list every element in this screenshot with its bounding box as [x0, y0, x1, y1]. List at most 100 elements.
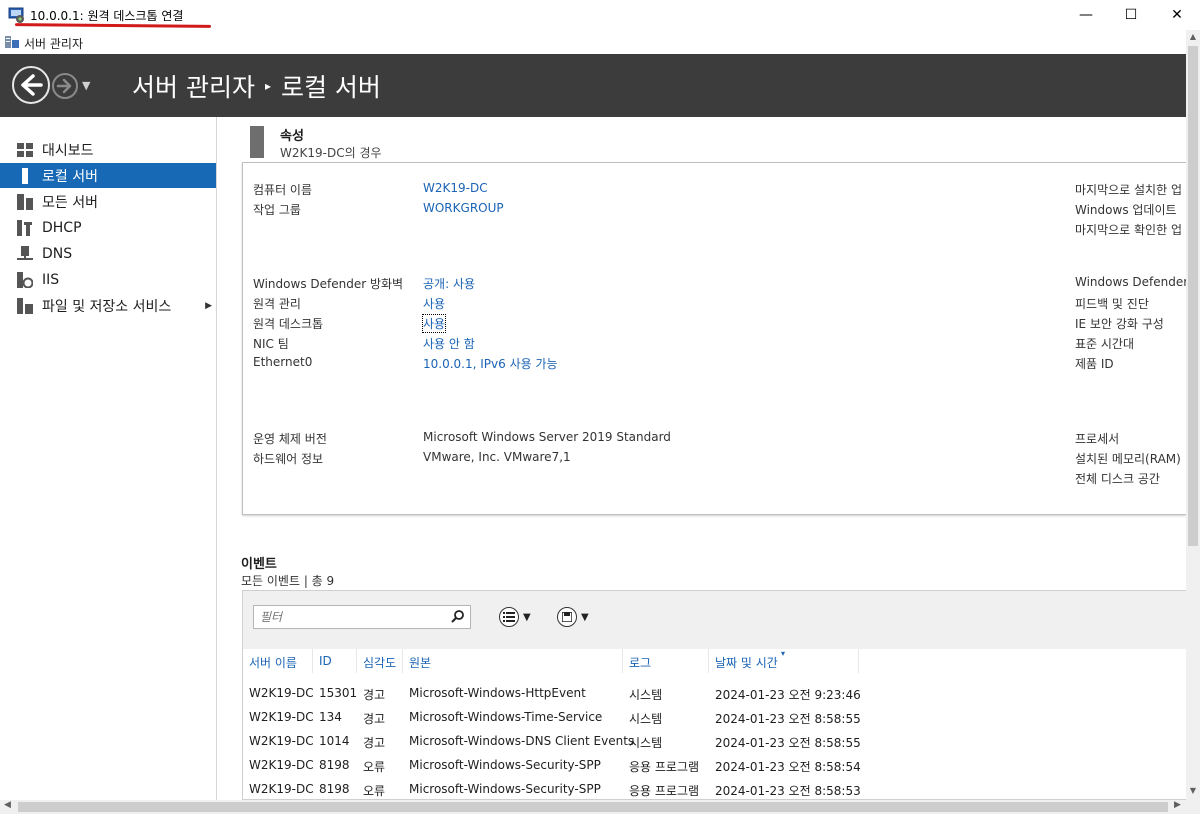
cell-source: Microsoft-Windows-Security-SPP: [409, 782, 601, 796]
cell-datetime: 2024-01-23 오전 8:58:53: [715, 784, 861, 798]
red-underline-annotation: [14, 23, 212, 28]
column-server-name[interactable]: 서버 이름: [243, 649, 313, 673]
computer-name-link[interactable]: W2K19-DC: [423, 181, 488, 195]
breadcrumb: 서버 관리자 ▸ 로컬 서버: [132, 68, 381, 104]
window-titlebar: 10.0.0.1: 원격 데스크톱 연결 — ☐ ✕: [0, 0, 1200, 30]
sidebar: 대시보드 로컬 서버 모든 서버 DHCP DNS IIS 파일 및 저장소 서…: [0, 117, 217, 800]
firewall-link[interactable]: 공개: 사용: [423, 275, 475, 292]
cell-source: Microsoft-Windows-Time-Service: [409, 710, 603, 724]
table-row[interactable]: W2K19-DC 8198 오류 Microsoft-Windows-Secur…: [243, 753, 863, 777]
filter-toolbar: ▼ ▼: [243, 591, 1187, 649]
scroll-right-icon[interactable]: ▶: [1174, 800, 1181, 810]
events-subtitle: 모든 이벤트 | 총 9: [241, 574, 335, 588]
properties-panel: 컴퓨터 이름 W2K19-DC 작업 그룹 WORKGROUP Windows …: [242, 162, 1188, 515]
cell-id: 8198: [319, 758, 350, 772]
scroll-left-icon[interactable]: ◀: [4, 800, 11, 810]
table-row[interactable]: W2K19-DC 134 경고 Microsoft-Windows-Time-S…: [243, 705, 863, 729]
cell-source: Microsoft-Windows-HttpEvent: [409, 686, 586, 700]
cell-server: W2K19-DC: [249, 710, 314, 724]
forward-button[interactable]: [52, 73, 78, 99]
expand-arrow-icon[interactable]: ▶: [205, 301, 212, 311]
filter-input[interactable]: [254, 606, 444, 628]
table-row[interactable]: W2K19-DC 1014 경고 Microsoft-Windows-DNS C…: [243, 729, 863, 753]
horizontal-scroll-thumb[interactable]: [18, 802, 1168, 812]
cell-datetime: 2024-01-23 오전 9:23:46: [715, 688, 861, 702]
properties-title: 속성: [280, 129, 304, 144]
server-manager-icon: [5, 36, 19, 48]
property-label-right: Windows 업데이트: [1075, 203, 1177, 217]
column-log[interactable]: 로그: [623, 649, 709, 673]
sidebar-item-all-servers[interactable]: 모든 서버: [0, 189, 216, 214]
events-panel: ▼ ▼ 서버 이름 ID 심각도 원본 로그 날짜 및 시간 ▾ W2K19-D…: [242, 590, 1187, 801]
storage-icon: [16, 297, 34, 314]
property-label: 원격 데스크톱: [253, 317, 324, 331]
table-row[interactable]: W2K19-DC 15301 경고 Microsoft-Windows-Http…: [243, 681, 863, 705]
server-icon: [16, 167, 34, 184]
search-icon[interactable]: [450, 609, 466, 625]
vertical-scrollbar[interactable]: ▲ ▼: [1186, 30, 1200, 800]
minimize-button[interactable]: —: [1063, 0, 1109, 30]
property-label-right: 피드백 및 진단: [1075, 297, 1149, 311]
horizontal-scrollbar[interactable]: ◀ ▶: [0, 800, 1200, 814]
chevron-down-icon: ▼: [581, 611, 589, 623]
sidebar-item-dhcp[interactable]: DHCP: [0, 215, 216, 240]
cell-datetime: 2024-01-23 오전 8:58:54: [715, 760, 861, 774]
table-row[interactable]: W2K19-DC 8198 오류 Microsoft-Windows-Secur…: [243, 777, 863, 801]
cell-log: 시스템: [629, 736, 663, 750]
scroll-up-icon[interactable]: ▲: [1188, 32, 1198, 44]
maximize-button[interactable]: ☐: [1108, 0, 1154, 30]
properties-subtitle: W2K19-DC의 경우: [280, 146, 382, 160]
column-severity[interactable]: 심각도: [357, 649, 403, 673]
cell-severity: 오류: [363, 760, 386, 774]
dashboard-icon: [16, 142, 34, 158]
cell-log: 시스템: [629, 688, 663, 702]
nav-header: ▼ 서버 관리자 ▸ 로컬 서버: [0, 54, 1186, 117]
chevron-down-icon: ▼: [523, 611, 531, 623]
property-label-right: 마지막으로 설치한 업: [1075, 183, 1182, 197]
sidebar-item-label: 대시보드: [42, 142, 94, 159]
ethernet-link[interactable]: 10.0.0.1, IPv6 사용 가능: [423, 355, 558, 372]
property-label: Ethernet0: [253, 355, 313, 369]
breadcrumb-root[interactable]: 서버 관리자: [132, 68, 255, 104]
filter-field[interactable]: [253, 605, 471, 629]
os-version-value: Microsoft Windows Server 2019 Standard: [423, 430, 671, 444]
save-query-button[interactable]: ▼: [557, 606, 589, 628]
scroll-down-icon[interactable]: ▼: [1188, 786, 1198, 798]
dhcp-icon: [16, 219, 34, 236]
history-dropdown-icon[interactable]: ▼: [82, 79, 90, 92]
sidebar-item-dns[interactable]: DNS: [0, 241, 216, 266]
cell-severity: 경고: [363, 712, 386, 726]
close-button[interactable]: ✕: [1154, 0, 1200, 30]
property-label-right: 전체 디스크 공간: [1075, 472, 1160, 486]
remote-management-link[interactable]: 사용: [423, 295, 445, 312]
property-label: NIC 팀: [253, 337, 289, 351]
save-icon: [557, 607, 577, 627]
column-source[interactable]: 원본: [403, 649, 623, 673]
breadcrumb-current: 로컬 서버: [280, 73, 381, 102]
remote-desktop-link[interactable]: 사용: [421, 314, 447, 333]
sidebar-item-dashboard[interactable]: 대시보드: [0, 137, 216, 162]
column-id[interactable]: ID: [313, 649, 357, 673]
property-label-right: 프로세서: [1075, 432, 1120, 446]
view-options-button[interactable]: ▼: [499, 606, 531, 628]
cell-source: Microsoft-Windows-Security-SPP: [409, 758, 601, 772]
property-label-right: 표준 시간대: [1075, 337, 1135, 351]
cell-server: W2K19-DC: [249, 734, 314, 748]
vertical-scroll-thumb[interactable]: [1188, 46, 1198, 546]
workgroup-link[interactable]: WORKGROUP: [423, 201, 504, 215]
cell-server: W2K19-DC: [249, 758, 314, 772]
events-title: 이벤트: [241, 557, 277, 572]
back-button[interactable]: [12, 66, 50, 104]
sidebar-item-local-server[interactable]: 로컬 서버: [0, 163, 216, 188]
sort-descending-icon: ▾: [781, 649, 786, 658]
dns-icon: [16, 245, 34, 262]
main-content: 속성 W2K19-DC의 경우 컴퓨터 이름 W2K19-DC 작업 그룹 WO…: [218, 117, 1188, 801]
property-label: 작업 그룹: [253, 203, 301, 217]
nic-teaming-link[interactable]: 사용 안 함: [423, 335, 475, 352]
sidebar-item-iis[interactable]: IIS: [0, 267, 216, 292]
app-name: 서버 관리자: [24, 37, 84, 51]
sidebar-item-label: 로컬 서버: [42, 168, 98, 185]
sidebar-item-file-storage[interactable]: 파일 및 저장소 서비스 ▶: [0, 293, 216, 318]
cell-log: 시스템: [629, 712, 663, 726]
cell-server: W2K19-DC: [249, 686, 314, 700]
